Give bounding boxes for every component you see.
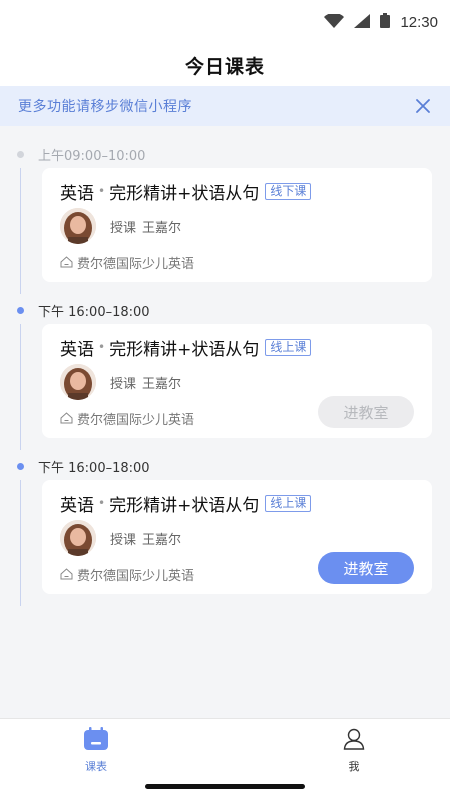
- schedule-slot: 下午 16:00–18:00 英语 • 完形精讲+状语从句 线上课 授课 王嘉尔…: [0, 452, 450, 608]
- teacher-name: 王嘉尔: [142, 532, 182, 548]
- school-name: 费尔德国际少儿英语: [77, 257, 195, 272]
- banner-text: 更多功能请移步微信小程序: [18, 99, 192, 115]
- teacher-name: 王嘉尔: [142, 376, 182, 392]
- course-name: 完形精讲+状语从句: [109, 183, 260, 204]
- schedule-slot: 下午 16:00–18:00 英语 • 完形精讲+状语从句 线上课 授课 王嘉尔…: [0, 296, 450, 452]
- nav-label-me: 我: [348, 760, 360, 773]
- title-separator: •: [98, 496, 106, 510]
- battery-icon: [380, 12, 391, 32]
- timeline-dot: [17, 463, 24, 470]
- course-mode-badge: 线上课: [265, 338, 312, 356]
- page-header: 今日课表: [0, 44, 450, 86]
- course-title-row: 英语 • 完形精讲+状语从句 线下课: [60, 180, 414, 204]
- enter-classroom-button[interactable]: 进教室: [318, 396, 414, 428]
- teacher-avatar: [60, 364, 96, 400]
- nav-label-schedule: 课表: [85, 760, 107, 773]
- title-separator: •: [98, 340, 106, 354]
- slot-header: 下午 16:00–18:00: [0, 296, 450, 324]
- school-row: 费尔德国际少儿英语: [60, 409, 194, 428]
- course-mode-badge: 线上课: [265, 494, 312, 512]
- teacher-avatar: [60, 520, 96, 556]
- nav-item-schedule[interactable]: 课表: [66, 727, 126, 774]
- course-title-row: 英语 • 完形精讲+状语从句 线上课: [60, 336, 414, 360]
- schedule-timeline: 上午09:00–10:00 英语 • 完形精讲+状语从句 线下课 授课 王嘉尔 …: [0, 140, 450, 608]
- teacher-row: 授课 王嘉尔: [60, 208, 414, 244]
- teacher-row: 授课 王嘉尔: [60, 364, 414, 400]
- close-icon[interactable]: [412, 95, 434, 117]
- page-title: 今日课表: [184, 55, 265, 78]
- slot-header: 下午 16:00–18:00: [0, 452, 450, 480]
- course-name: 完形精讲+状语从句: [109, 339, 260, 360]
- course-card[interactable]: 英语 • 完形精讲+状语从句 线上课 授课 王嘉尔 费尔德国际少儿英语 进教室: [42, 324, 432, 438]
- slot-time: 下午 16:00–18:00: [38, 304, 150, 320]
- enter-classroom-button[interactable]: 进教室: [318, 552, 414, 584]
- home-icon: [60, 565, 73, 584]
- timeline-line: [20, 168, 21, 294]
- timeline-dot: [17, 151, 24, 158]
- screen: 12:30 今日课表 更多功能请移步微信小程序 上午09:00–10:00 英语…: [0, 0, 450, 800]
- teacher-name: 王嘉尔: [142, 220, 182, 236]
- title-separator: •: [98, 184, 106, 198]
- course-title-row: 英语 • 完形精讲+状语从句 线上课: [60, 492, 414, 516]
- teacher-label: 授课: [110, 532, 137, 548]
- nav-item-me[interactable]: 我: [324, 727, 384, 774]
- home-icon: [60, 253, 73, 272]
- teacher-label: 授课: [110, 220, 137, 236]
- course-subject: 英语: [60, 183, 94, 204]
- slot-header: 上午09:00–10:00: [0, 140, 450, 168]
- schedule-slot: 上午09:00–10:00 英语 • 完形精讲+状语从句 线下课 授课 王嘉尔 …: [0, 140, 450, 296]
- signal-icon: [354, 13, 371, 32]
- slot-time: 上午09:00–10:00: [38, 148, 146, 164]
- home-icon: [60, 409, 73, 428]
- timeline-line: [20, 324, 21, 450]
- timeline-line: [20, 480, 21, 606]
- teacher-row: 授课 王嘉尔: [60, 520, 414, 556]
- teacher-avatar: [60, 208, 96, 244]
- course-card[interactable]: 英语 • 完形精讲+状语从句 线下课 授课 王嘉尔 费尔德国际少儿英语: [42, 168, 432, 282]
- course-subject: 英语: [60, 339, 94, 360]
- course-subject: 英语: [60, 495, 94, 516]
- course-card[interactable]: 英语 • 完形精讲+状语从句 线上课 授课 王嘉尔 费尔德国际少儿英语 进教室: [42, 480, 432, 594]
- teacher-label: 授课: [110, 376, 137, 392]
- course-mode-badge: 线下课: [265, 182, 312, 200]
- calendar-icon: [83, 727, 109, 755]
- timeline-dot: [17, 307, 24, 314]
- slot-time: 下午 16:00–18:00: [38, 460, 150, 476]
- wifi-icon: [324, 12, 345, 32]
- home-indicator: [145, 784, 305, 789]
- school-row: 费尔德国际少儿英语: [60, 565, 194, 584]
- school-name: 费尔德国际少儿英语: [77, 413, 195, 428]
- school-row: 费尔德国际少儿英语: [60, 253, 194, 272]
- status-bar: 12:30: [0, 0, 450, 44]
- miniprogram-banner[interactable]: 更多功能请移步微信小程序: [0, 86, 450, 126]
- status-time: 12:30: [400, 13, 438, 31]
- course-name: 完形精讲+状语从句: [109, 495, 260, 516]
- school-name: 费尔德国际少儿英语: [77, 569, 195, 584]
- user-icon: [342, 727, 366, 755]
